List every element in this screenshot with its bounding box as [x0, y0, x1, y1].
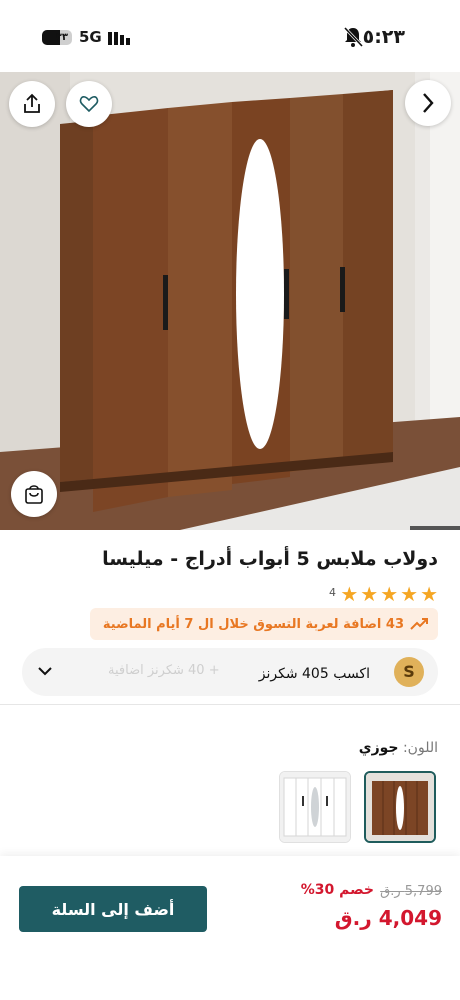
divider [0, 704, 460, 705]
star-icon: ★ [400, 582, 419, 606]
add-to-cart-button[interactable]: أضف إلى السلة [19, 886, 207, 932]
status-bar: ٣٣ 5G ٥:٢٣ [0, 0, 460, 72]
points-bonus-text: + 40 شكرنز اضافية [108, 663, 220, 678]
trending-up-icon [410, 618, 428, 630]
original-price: 5,799 ر.ق [380, 884, 442, 899]
color-selector-label: اللون: جوزي [359, 740, 438, 756]
rewards-logo: S [394, 657, 424, 687]
promo-text: 43 اضافة لعربة التسوق خلال ال 7 أيام الم… [102, 616, 404, 632]
product-title: دولاب ملابس 5 أبواب أدراج - ميليسا [102, 548, 438, 570]
points-text: اكسب 405 شكرنز [258, 666, 370, 682]
walnut-swatch-image [366, 773, 434, 841]
star-icon: ★ [360, 582, 379, 606]
color-swatch-walnut[interactable] [364, 771, 436, 843]
bell-slash-icon [343, 26, 363, 48]
share-icon [24, 93, 40, 113]
star-icon: ★ [340, 582, 359, 606]
network-type: 5G [79, 28, 102, 46]
shopping-bag-icon [25, 485, 43, 504]
bag-button[interactable] [11, 471, 57, 517]
white-swatch-image [280, 772, 350, 842]
color-swatch-white[interactable] [279, 771, 351, 843]
share-button[interactable] [9, 81, 55, 127]
signal-icon [108, 32, 130, 45]
star-icon: ★ [380, 582, 399, 606]
wardrobe-photo [0, 72, 460, 530]
favorite-button[interactable] [66, 81, 112, 127]
discount-badge: خصم 30% [300, 882, 374, 898]
heart-icon [79, 96, 99, 113]
rewards-points-bar[interactable]: S اكسب 405 شكرنز + 40 شكرنز اضافية [22, 648, 438, 696]
promo-banner: 43 اضافة لعربة التسوق خلال ال 7 أيام الم… [90, 608, 438, 640]
chevron-right-icon [423, 93, 434, 113]
star-rating[interactable]: ★ ★ ★ ★ ★ [340, 584, 438, 604]
star-icon: ★ [420, 582, 438, 606]
battery-indicator: ٣٣ [42, 30, 72, 45]
sale-price: 4,049 ر.ق [334, 906, 442, 930]
review-count[interactable]: 4 [329, 586, 336, 599]
image-indicator [410, 526, 460, 530]
clock: ٥:٢٣ [362, 26, 405, 48]
color-label: اللون: [402, 740, 438, 756]
chevron-down-icon[interactable] [36, 664, 54, 678]
product-image[interactable] [0, 72, 460, 530]
color-value: جوزي [358, 740, 399, 756]
purchase-bar: أضف إلى السلة 5,799 ر.ق خصم 30% 4,049 ر.… [0, 856, 460, 1000]
next-image-button[interactable] [405, 80, 451, 126]
